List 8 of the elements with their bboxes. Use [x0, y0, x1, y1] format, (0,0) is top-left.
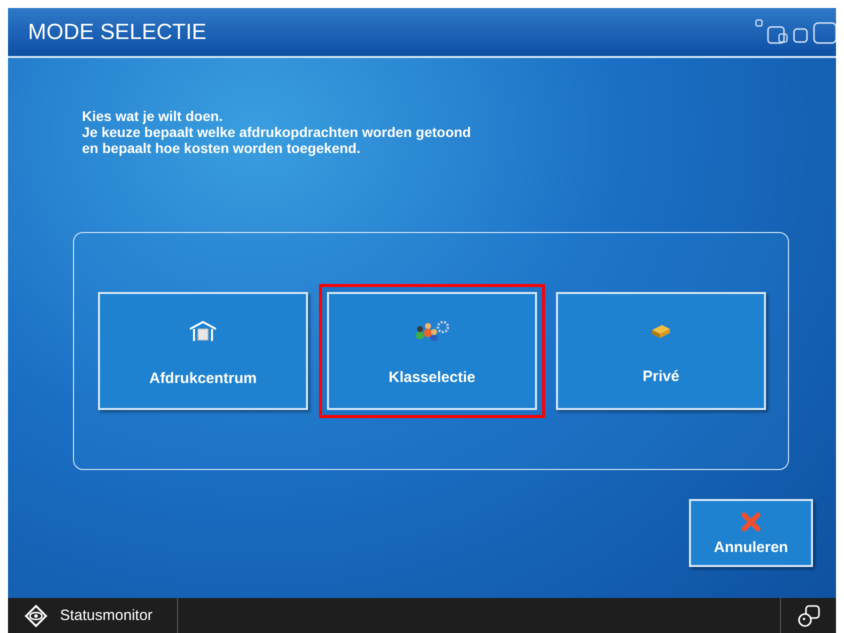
mode-button[interactable]: Klasselectie [319, 284, 545, 418]
screen-title: MODE SELECTIE [28, 19, 206, 45]
mode-button[interactable]: Privé [556, 292, 766, 410]
cancel-button[interactable]: Annuleren [689, 499, 813, 567]
instruction-text: Je keuze bepaalt welke afdrukopdrachten worden getoond [82, 124, 472, 140]
instruction-text: en bepaalt hoe kosten worden toegekend. [82, 140, 362, 156]
mode-button[interactable]: Afdrukcentrum [98, 292, 308, 410]
instruction-text: Kies wat je wilt doen. [82, 108, 224, 124]
